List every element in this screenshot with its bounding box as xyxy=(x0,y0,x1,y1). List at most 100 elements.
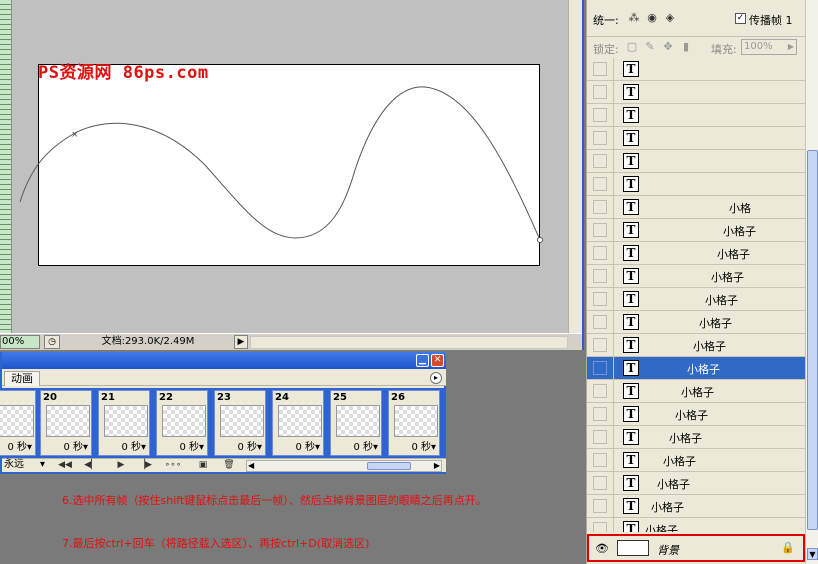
animation-frame[interactable]: 22 0 秒▾ xyxy=(156,390,208,456)
visibility-toggle[interactable] xyxy=(593,476,607,490)
layer-name: 小格子 xyxy=(663,455,696,468)
layer-row[interactable]: T xyxy=(587,81,805,104)
first-frame-icon[interactable]: ◀◀ xyxy=(56,459,74,472)
tween-icon[interactable]: ∘∘∘ xyxy=(164,459,182,472)
animation-titlebar[interactable]: ▁ ✕ xyxy=(2,352,446,369)
layer-row[interactable]: T xyxy=(587,104,805,127)
status-icon[interactable]: ◷ xyxy=(44,335,60,349)
layer-row[interactable]: T 小格子 xyxy=(587,472,805,495)
document-vertical-scrollbar[interactable] xyxy=(568,0,582,333)
scroll-right-icon[interactable]: ▶ xyxy=(434,461,440,470)
background-layer-row[interactable]: 👁 背景 🔒 xyxy=(587,534,805,562)
frame-delay[interactable]: 0 秒▾ xyxy=(121,438,146,453)
panel-menu-icon[interactable]: ▸ xyxy=(430,372,442,384)
visibility-toggle[interactable] xyxy=(593,499,607,513)
visibility-toggle[interactable] xyxy=(593,430,607,444)
frame-delay[interactable]: 0 秒▾ xyxy=(411,438,436,453)
layer-name: 小格子 xyxy=(699,317,732,330)
visibility-toggle[interactable] xyxy=(593,62,607,76)
frames-horizontal-scrollbar[interactable]: ◀ ▶ xyxy=(246,460,442,472)
frame-strip: 0 秒▾ 20 0 秒▾ 21 0 秒▾ 22 0 秒▾ 23 0 秒▾ 24 … xyxy=(0,388,446,458)
lock-brush-icon[interactable]: ✎ xyxy=(643,40,657,54)
visibility-toggle[interactable] xyxy=(593,108,607,122)
layer-row[interactable]: T xyxy=(587,127,805,150)
frame-delay[interactable]: 0 秒▾ xyxy=(295,438,320,453)
animation-frame[interactable]: 26 0 秒▾ xyxy=(388,390,440,456)
visibility-toggle[interactable] xyxy=(593,200,607,214)
loop-select[interactable]: 永远 ▾ xyxy=(4,459,50,472)
frame-delay[interactable]: 0 秒▾ xyxy=(353,438,378,453)
layer-row[interactable]: T xyxy=(587,173,805,196)
close-button[interactable]: ✕ xyxy=(431,354,444,367)
visibility-toggle[interactable] xyxy=(593,522,607,532)
play-icon[interactable]: ▶ xyxy=(112,459,130,472)
layer-row[interactable]: T 小格 xyxy=(587,196,805,219)
frame-delay[interactable]: 0 秒▾ xyxy=(179,438,204,453)
scroll-left-icon[interactable]: ◀ xyxy=(248,461,254,470)
visibility-toggle[interactable] xyxy=(593,315,607,329)
visibility-toggle[interactable] xyxy=(593,361,607,375)
eye-icon[interactable]: 👁 xyxy=(595,542,609,555)
animation-frame[interactable]: 0 秒▾ xyxy=(0,390,36,456)
layer-row[interactable]: T xyxy=(587,58,805,81)
tab-animation[interactable]: 动画 xyxy=(4,371,40,386)
animation-frame[interactable]: 24 0 秒▾ xyxy=(272,390,324,456)
fill-slider-icon[interactable]: ▶ xyxy=(788,40,794,54)
chevron-down-icon[interactable]: ▾ xyxy=(40,459,45,471)
layer-row[interactable]: T 小格子 xyxy=(587,334,805,357)
frame-delay[interactable]: 0 秒▾ xyxy=(63,438,88,453)
visibility-toggle[interactable] xyxy=(593,154,607,168)
delete-frame-icon[interactable]: 🗑 xyxy=(220,459,238,472)
lock-all-icon[interactable]: ▮ xyxy=(679,40,693,54)
visibility-toggle[interactable] xyxy=(593,177,607,191)
layer-row[interactable]: T xyxy=(587,150,805,173)
layer-row[interactable]: T 小格子 xyxy=(587,518,805,532)
visibility-toggle[interactable] xyxy=(593,338,607,352)
visibility-toggle[interactable] xyxy=(593,269,607,283)
scroll-down-icon[interactable]: ▼ xyxy=(807,548,818,560)
visibility-toggle[interactable] xyxy=(593,384,607,398)
animation-frame[interactable]: 25 0 秒▾ xyxy=(330,390,382,456)
frame-delay[interactable]: 0 秒▾ xyxy=(237,438,262,453)
layer-row[interactable]: T 小格子 xyxy=(587,357,805,380)
next-frame-icon[interactable]: ▕▶ xyxy=(136,459,154,472)
layer-row[interactable]: T 小格子 xyxy=(587,265,805,288)
visibility-toggle[interactable] xyxy=(593,453,607,467)
visibility-toggle[interactable] xyxy=(593,85,607,99)
lock-move-icon[interactable]: ✥ xyxy=(661,40,675,54)
layer-row[interactable]: T 小格子 xyxy=(587,426,805,449)
animation-frame[interactable]: 23 0 秒▾ xyxy=(214,390,266,456)
fill-field[interactable]: 100% ▶ xyxy=(741,39,797,55)
unify-style-icon[interactable]: ◈ xyxy=(663,11,677,25)
visibility-toggle[interactable] xyxy=(593,292,607,306)
document-horizontal-scrollbar[interactable] xyxy=(250,336,568,349)
visibility-toggle[interactable] xyxy=(593,407,607,421)
scrollbar-thumb[interactable] xyxy=(807,150,818,530)
info-menu-arrow-icon[interactable]: ▶ xyxy=(234,335,248,349)
visibility-toggle[interactable] xyxy=(593,246,607,260)
lock-transparency-icon[interactable]: ▢ xyxy=(625,40,639,54)
layer-row[interactable]: T 小格子 xyxy=(587,403,805,426)
visibility-toggle[interactable] xyxy=(593,223,607,237)
minimize-button[interactable]: ▁ xyxy=(416,354,429,367)
layer-row[interactable]: T 小格子 xyxy=(587,288,805,311)
unify-position-icon[interactable]: ⁂ xyxy=(627,11,641,25)
layer-row[interactable]: T 小格子 xyxy=(587,495,805,518)
layer-row[interactable]: T 小格子 xyxy=(587,242,805,265)
previous-frame-icon[interactable]: ◀▏ xyxy=(82,459,100,472)
animation-frame[interactable]: 20 0 秒▾ xyxy=(40,390,92,456)
animation-frame[interactable]: 21 0 秒▾ xyxy=(98,390,150,456)
zoom-field[interactable]: 00% xyxy=(0,335,40,349)
new-frame-icon[interactable]: ▣ xyxy=(194,459,212,472)
layer-row[interactable]: T 小格子 xyxy=(587,380,805,403)
layer-row[interactable]: T 小格子 xyxy=(587,449,805,472)
frame-delay[interactable]: 0 秒▾ xyxy=(7,438,32,453)
layer-row[interactable]: T 小格子 xyxy=(587,219,805,242)
propagate-checkbox[interactable]: ✓ xyxy=(735,13,746,24)
visibility-toggle[interactable] xyxy=(593,131,607,145)
scrollbar-thumb[interactable] xyxy=(367,462,411,470)
unify-visibility-icon[interactable]: ◉ xyxy=(645,11,659,25)
layer-row[interactable]: T 小格子 xyxy=(587,311,805,334)
layers-vertical-scrollbar[interactable]: ▼ xyxy=(805,0,818,564)
text-layer-icon: T xyxy=(623,498,639,514)
